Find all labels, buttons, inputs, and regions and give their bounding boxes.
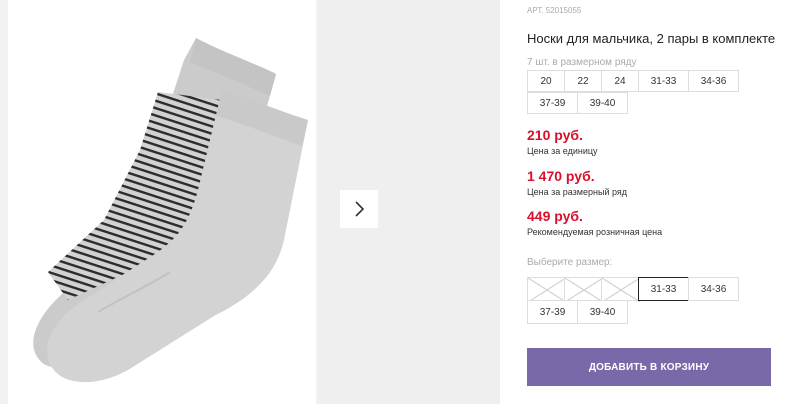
- product-photo: [8, 0, 316, 404]
- crossed-out-icon: [565, 278, 603, 302]
- size-option-39-40[interactable]: 39-40: [577, 300, 628, 324]
- product-gallery: [0, 0, 500, 404]
- size-option-31-33[interactable]: 31-33: [638, 277, 689, 301]
- row-size: 39-40: [577, 92, 628, 114]
- chevron-right-icon: [355, 201, 365, 217]
- sizes-in-row-text: 7 шт. в размерном ряду: [527, 57, 637, 68]
- article-number: АРТ. 52015055: [527, 6, 582, 15]
- choose-size-label: Выберите размер:: [527, 257, 613, 268]
- recommended-price-label: Рекомендуемая розничная цена: [527, 227, 663, 237]
- crossed-out-icon: [528, 278, 566, 302]
- row-size: 22: [564, 70, 602, 92]
- row-size: 37-39: [527, 92, 578, 114]
- product-title: Носки для мальчика, 2 пары в комплекте: [527, 31, 776, 46]
- recommended-price: 449 руб.: [527, 208, 583, 224]
- row-size: 34-36: [688, 70, 739, 92]
- row-size: 24: [601, 70, 639, 92]
- row-size: 20: [527, 70, 565, 92]
- row-price: 1 470 руб.: [527, 168, 595, 184]
- size-option-34-36[interactable]: 34-36: [688, 277, 739, 301]
- size-option-disabled: [527, 277, 566, 302]
- socks-image: [33, 38, 308, 383]
- size-option-37-39[interactable]: 37-39: [527, 300, 578, 324]
- add-to-cart-button[interactable]: ДОБАВИТЬ В КОРЗИНУ: [527, 348, 771, 386]
- unit-price-label: Цена за единицу: [527, 146, 598, 156]
- row-size: 31-33: [638, 70, 689, 92]
- size-option-disabled: [564, 277, 603, 302]
- product-info: АРТ. 52015055 Носки для мальчика, 2 пары…: [527, 0, 800, 404]
- size-option-disabled: [601, 277, 640, 302]
- unit-price: 210 руб.: [527, 127, 583, 143]
- row-price-label: Цена за размерный ряд: [527, 187, 628, 197]
- crossed-out-icon: [602, 278, 640, 302]
- gallery-next-button[interactable]: [340, 190, 378, 228]
